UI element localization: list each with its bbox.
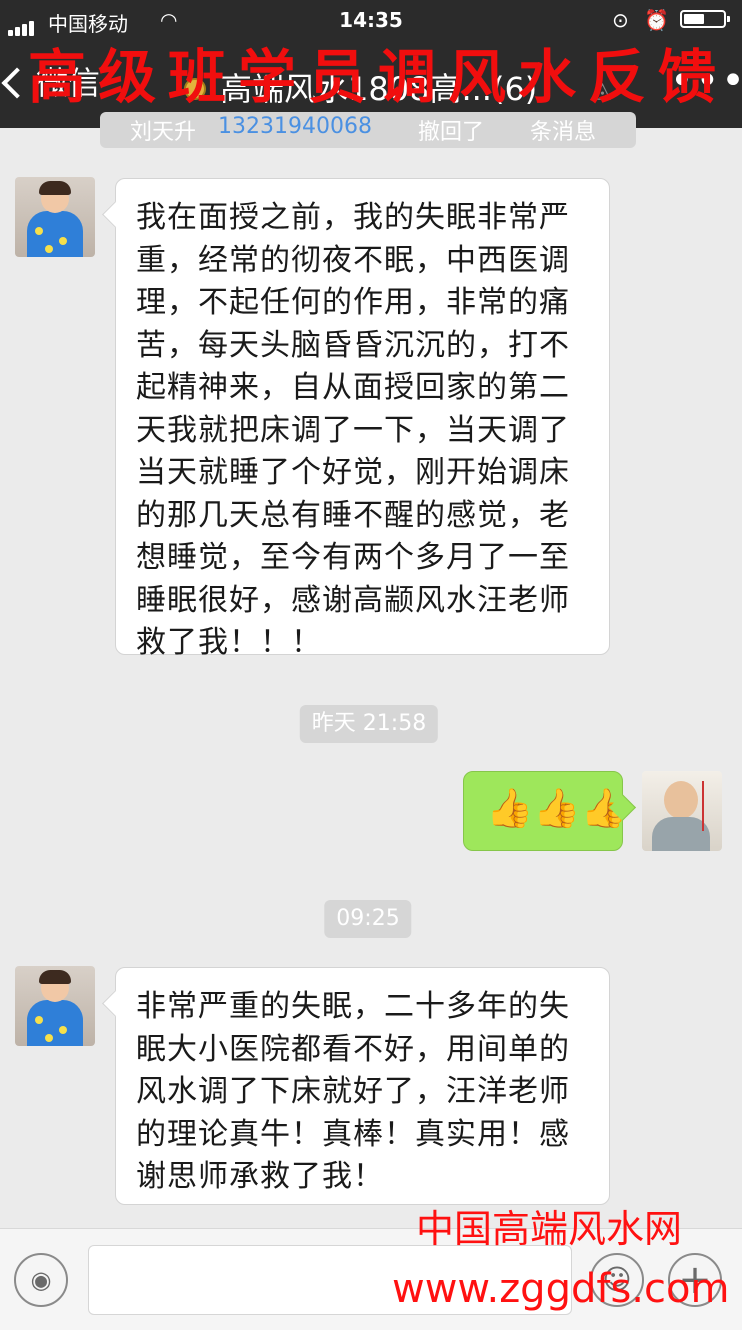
overlay-title: 高级班学员调风水反馈	[28, 43, 729, 111]
my-avatar[interactable]	[642, 771, 722, 851]
my-message-bubble[interactable]: 👍👍👍	[463, 771, 628, 851]
message-bubble[interactable]: 非常严重的失眠，二十多年的失眠大小医院都看不好，用间单的风水调了下床就好了，汪洋…	[115, 967, 610, 1205]
message-bubble[interactable]: 我在面授之前，我的失眠非常严重，经常的彻夜不眠，中西医调理，不起任何的作用，非常…	[115, 178, 610, 660]
message-text: 我在面授之前，我的失眠非常严重，经常的彻夜不眠，中西医调理，不起任何的作用，非常…	[136, 200, 570, 660]
watermark-url: www.zggdfs.com	[392, 1266, 730, 1312]
recall-suffix: 条消息	[530, 120, 597, 145]
thumbs-up-emoji: 👍👍👍	[486, 786, 628, 830]
message-text: 非常严重的失眠，二十多年的失眠大小医院都看不好，用间单的风水调了下床就好了，汪洋…	[136, 989, 570, 1194]
avatar[interactable]	[15, 966, 95, 1046]
status-time: 14:35	[339, 8, 403, 32]
battery-icon	[680, 10, 730, 28]
recall-phone-link[interactable]: 13231940068	[218, 114, 372, 139]
recall-name: 刘天升	[130, 120, 197, 145]
avatar[interactable]	[15, 177, 95, 257]
timestamp: 09:25	[324, 900, 412, 938]
timestamp: 昨天 21:58	[299, 705, 439, 743]
watermark-site-name: 中国高端风水网	[416, 1207, 683, 1251]
voice-icon[interactable]: ◉	[14, 1253, 68, 1307]
alarm-icon: ⏰	[644, 8, 669, 32]
recall-action: 撤回了	[418, 120, 485, 145]
recall-notice: 刘天升 13231940068 撤回了 条消息	[100, 112, 636, 148]
rotation-lock-icon: ⊙	[612, 8, 629, 32]
